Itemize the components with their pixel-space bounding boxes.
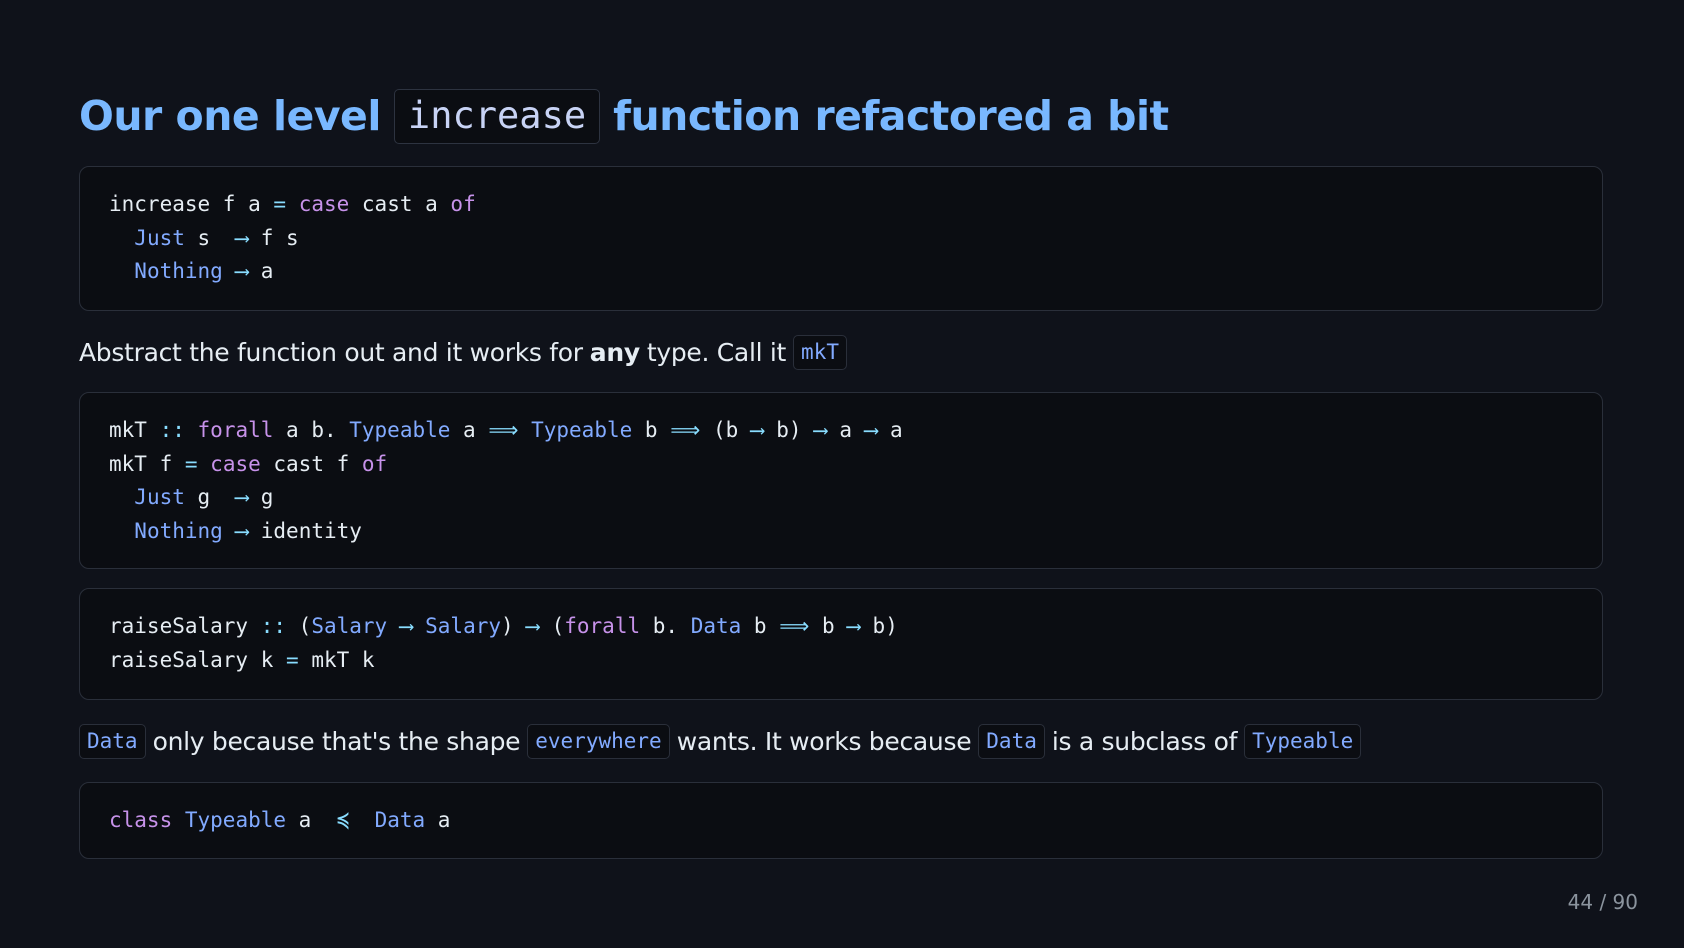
code-line: Nothing ⟶ identity bbox=[134, 518, 362, 543]
prose-data-explanation: Data only because that's the shape every… bbox=[79, 721, 1362, 761]
code-line: raiseSalary k = mkT k bbox=[109, 647, 375, 672]
code-block-class: class Typeable a ≼ Data a bbox=[79, 782, 1603, 859]
title-text-after: function refactored a bit bbox=[613, 92, 1169, 140]
page-number: 44 / 90 bbox=[1567, 890, 1638, 914]
code-line: Just s ⟶ f s bbox=[134, 225, 299, 250]
title-inline-code: increase bbox=[393, 88, 601, 144]
code-block-raise-salary: raiseSalary :: (Salary ⟶ Salary) ⟶ (fora… bbox=[79, 588, 1603, 700]
prose-bold: any bbox=[589, 337, 640, 367]
code-line: Nothing ⟶ a bbox=[134, 259, 274, 283]
slide-title: Our one level increase function refactor… bbox=[79, 84, 1169, 148]
prose-abstract: Abstract the function out and it works f… bbox=[79, 332, 847, 372]
slide: Our one level increase function refactor… bbox=[0, 0, 1684, 948]
prose-text: wants. It works because bbox=[676, 726, 972, 756]
code-line: mkT f = case cast f of bbox=[109, 451, 388, 476]
prose-text: is a subclass of bbox=[1051, 726, 1238, 756]
code-block-mkt: mkT :: forall a b. Typeable a ⟹ Typeable… bbox=[79, 392, 1603, 569]
inline-code-typeable: Typeable bbox=[1244, 723, 1362, 759]
code-line: mkT :: forall a b. Typeable a ⟹ Typeable… bbox=[109, 418, 903, 442]
code-line: increase f a = case cast a of bbox=[109, 192, 476, 216]
code-line: Just g ⟶ g bbox=[134, 485, 274, 509]
prose-text: Abstract the function out and it works f… bbox=[79, 337, 583, 367]
inline-code-data: Data bbox=[978, 723, 1045, 759]
prose-text: type. Call it bbox=[646, 337, 787, 367]
title-text-before: Our one level bbox=[79, 92, 381, 140]
inline-code-mkt: mkT bbox=[793, 334, 847, 370]
inline-code-data: Data bbox=[79, 723, 146, 759]
code-line: class Typeable a ≼ Data a bbox=[109, 808, 451, 832]
code-line: raiseSalary :: (Salary ⟶ Salary) ⟶ (fora… bbox=[109, 614, 898, 638]
code-block-increase: increase f a = case cast a of Just s ⟶ f… bbox=[79, 166, 1603, 311]
inline-code-everywhere: everywhere bbox=[527, 723, 670, 759]
prose-text: only because that's the shape bbox=[152, 726, 521, 756]
